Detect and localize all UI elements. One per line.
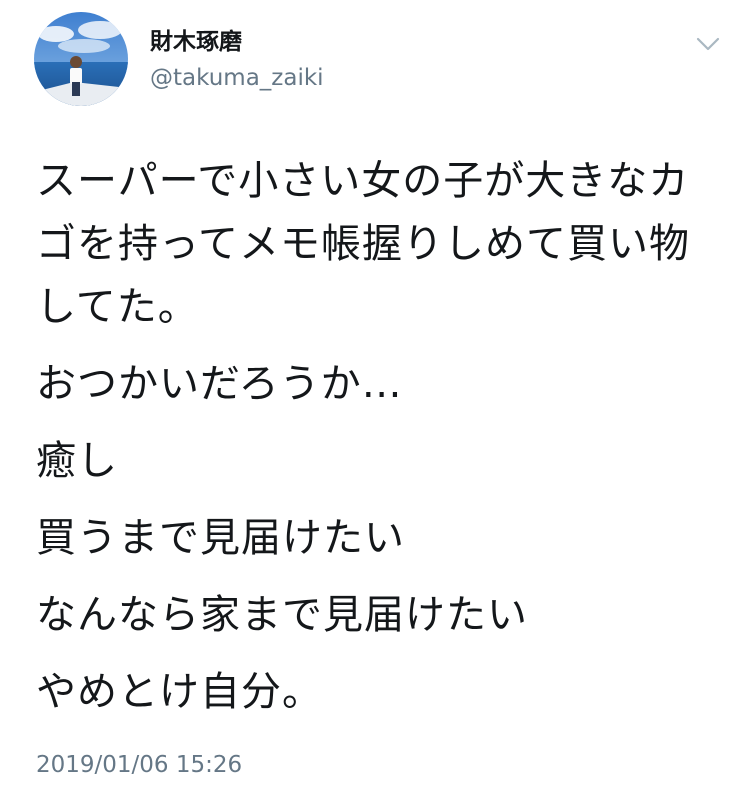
tweet-card: 財木琢磨 @takuma_zaiki スーパーで小さい女の子が大きなカゴを持って… xyxy=(0,0,749,800)
tweet-paragraph: 癒し xyxy=(36,438,118,484)
avatar[interactable] xyxy=(34,12,128,106)
tweet-paragraph: 買うまで見届けたい xyxy=(36,515,405,561)
display-name[interactable]: 財木琢磨 xyxy=(150,28,242,56)
tweet-paragraph: やめとけ自分。 xyxy=(36,669,323,715)
tweet-paragraph: スーパーで小さい女の子が大きなカゴを持ってメモ帳握りしめて買い物してた。 xyxy=(36,158,690,330)
tweet-text: スーパーで小さい女の子が大きなカゴを持ってメモ帳握りしめて買い物してた。 おつか… xyxy=(36,150,726,724)
chevron-down-icon[interactable] xyxy=(694,34,722,54)
avatar-image xyxy=(34,12,128,106)
tweet-paragraph: なんなら家まで見届けたい xyxy=(36,592,528,638)
user-handle[interactable]: @takuma_zaiki xyxy=(150,64,324,92)
tweet-paragraph: おつかいだろうか… xyxy=(36,361,403,407)
tweet-timestamp[interactable]: 2019/01/06 15:26 xyxy=(36,751,242,779)
